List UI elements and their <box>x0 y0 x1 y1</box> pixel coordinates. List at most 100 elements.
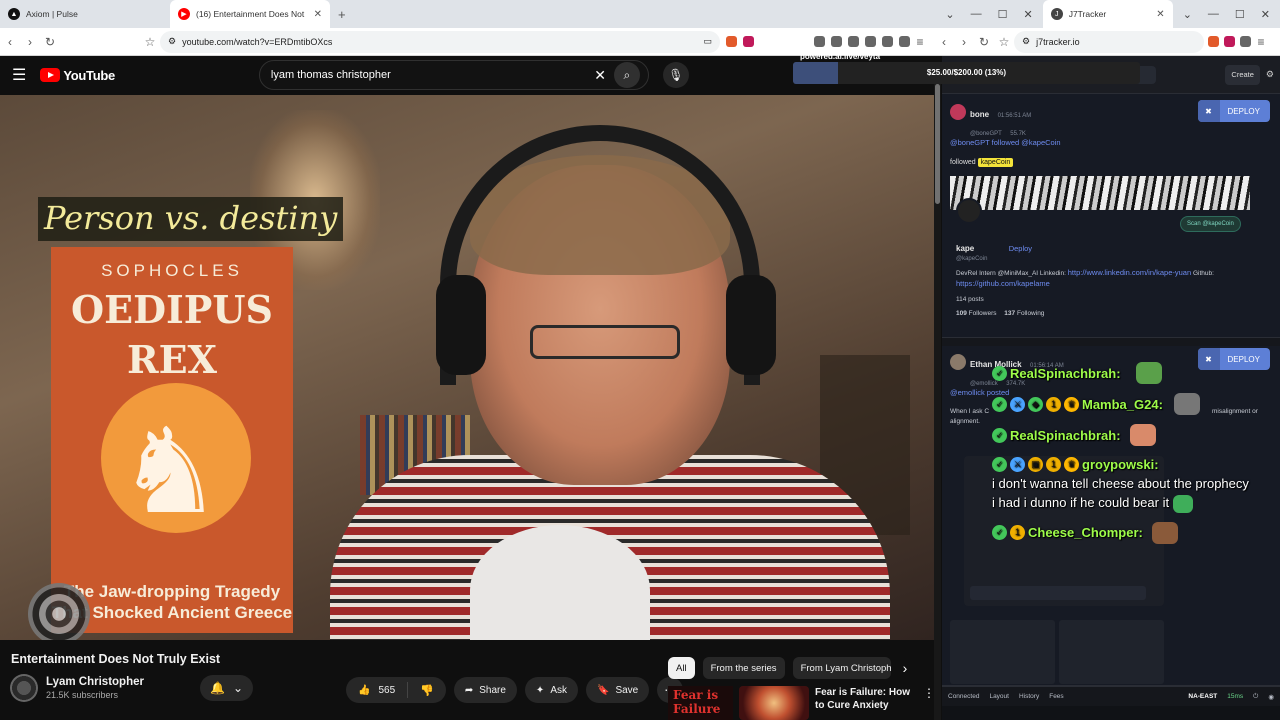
channel-watermark[interactable] <box>28 583 90 640</box>
mollick-avatar[interactable] <box>950 354 966 370</box>
bone-avatar[interactable] <box>950 104 966 120</box>
site-info-icon[interactable]: ⚙ <box>1022 36 1030 47</box>
fees-button[interactable]: Fees <box>1049 693 1063 700</box>
menu-icon[interactable]: ≡ <box>1251 35 1271 49</box>
maximize-icon[interactable]: ☐ <box>1235 8 1245 21</box>
maximize-icon[interactable]: ☐ <box>998 8 1008 21</box>
menu-icon[interactable]: ≡ <box>910 35 930 49</box>
sword-badge-icon: ⚔ <box>1010 396 1025 412</box>
channel-name[interactable]: Lyam Christopher <box>46 676 144 688</box>
bio-link-linkedin[interactable]: http://www.linkedin.com/in/kape-yuan <box>1068 268 1191 277</box>
music-icon[interactable] <box>831 36 842 47</box>
checkmark-badge-icon: ✓ <box>992 457 1007 472</box>
close-window-icon[interactable]: ✕ <box>1023 8 1032 21</box>
close-window-icon[interactable]: ✕ <box>1261 8 1270 21</box>
chat-message: i don't wanna tell cheese about the prop… <box>992 474 1254 513</box>
bookmark-icon[interactable]: ☆ <box>994 35 1014 49</box>
back-icon[interactable]: ‹ <box>934 35 954 49</box>
new-tab-button[interactable]: + <box>330 7 354 22</box>
chip-channel[interactable]: From Lyam Christophe <box>792 657 891 679</box>
follow-action-line[interactable]: @boneGPT followed @kapeCoin <box>950 138 1061 147</box>
kape-deploy-link[interactable]: Deploy <box>1009 244 1032 253</box>
bio-link-github[interactable]: https://github.com/kapelame <box>956 279 1256 289</box>
forward-icon[interactable]: › <box>20 35 40 49</box>
chat-line: ✓ 1 Cheese_Chomper: <box>992 521 1254 544</box>
region-label[interactable]: NA-EAST <box>1188 693 1217 700</box>
leo-icon[interactable] <box>882 36 893 47</box>
brave-shield-icon[interactable] <box>726 36 737 47</box>
ask-button[interactable]: ✦ Ask <box>524 677 578 703</box>
mic-icon[interactable]: 🎙 <box>662 62 689 88</box>
brave-shield-icon[interactable] <box>1208 36 1219 47</box>
profile-header: kape Deploy @kapeCoin <box>956 238 1032 262</box>
deploy-button[interactable]: ✖ DEPLOY <box>1197 100 1270 122</box>
channel-avatar[interactable] <box>10 674 38 702</box>
layout-button[interactable]: Layout <box>989 693 1009 700</box>
chip-series[interactable]: From the series <box>702 657 785 679</box>
feed-card-bone[interactable]: bone 01:56:51 AM @boneGPT 55.7K ✖ DEPLOY… <box>942 94 1280 338</box>
scan-button[interactable]: Scan @kapeCoin <box>1180 216 1241 232</box>
page-scrollbar[interactable] <box>934 84 941 720</box>
settings-icon[interactable]: ⚙ <box>1266 69 1274 80</box>
minimize-icon[interactable]: — <box>1208 8 1219 20</box>
rec-thumb-text-1: Fear is <box>673 688 719 702</box>
extension-icon[interactable] <box>814 36 825 47</box>
clear-search-icon[interactable]: ✕ <box>594 67 606 84</box>
url-field-right[interactable]: ⚙ j7tracker.io <box>1014 30 1204 53</box>
history-button[interactable]: History <box>1019 693 1039 700</box>
headphones <box>440 125 760 385</box>
ticker-badge[interactable]: kapeCoin <box>977 158 1014 167</box>
url-text-right: j7tracker.io <box>1036 36 1080 47</box>
discord-icon[interactable]: ◉ <box>1268 693 1274 701</box>
vpn-icon[interactable] <box>899 36 910 47</box>
url-field-left[interactable]: ⚙ youtube.com/watch?v=ERDmtibOXcs ▭ <box>160 30 720 53</box>
reload-icon[interactable]: ↻ <box>40 35 60 49</box>
extension-icon[interactable] <box>1240 36 1251 47</box>
tab-j7tracker[interactable]: J J7Tracker ✕ <box>1042 0 1173 28</box>
power-icon[interactable]: ⏻ <box>1253 693 1258 701</box>
site-info-icon[interactable]: ⚙ <box>168 36 176 47</box>
rewards-icon[interactable] <box>743 36 754 47</box>
bone-username[interactable]: bone <box>970 110 989 119</box>
tab-list-icon[interactable]: ⌄ <box>945 8 954 21</box>
tab-youtube[interactable]: ▶ (16) Entertainment Does Not ✕ <box>170 0 330 28</box>
dislike-button[interactable]: 👎 <box>408 684 446 697</box>
thumbs-down-icon: 👎 <box>420 684 434 697</box>
create-button[interactable]: Create <box>1225 64 1260 85</box>
recommendation-item[interactable]: Fear is Failure Fear is Failure: How to … <box>668 686 935 720</box>
cast-icon[interactable]: ▭ <box>703 36 712 47</box>
rewards-icon[interactable] <box>1224 36 1235 47</box>
back-icon[interactable]: ‹ <box>0 35 20 49</box>
like-count: 565 <box>378 684 396 696</box>
chip-all[interactable]: All <box>668 657 695 679</box>
search-icon[interactable]: ⌕ <box>613 62 640 88</box>
save-button[interactable]: 🔖 Save <box>585 677 650 703</box>
window-controls-left: ⌄ — ☐ ✕ <box>935 8 1042 21</box>
minimize-icon[interactable]: — <box>971 8 982 20</box>
coin-badge-icon: 1 <box>1046 396 1061 412</box>
emote-icon <box>1172 494 1193 513</box>
close-tab-icon[interactable]: ✕ <box>314 9 322 20</box>
scrollbar-thumb[interactable] <box>935 84 940 204</box>
wallet-icon[interactable] <box>865 36 876 47</box>
gift-badge-icon: ▣ <box>1028 457 1043 472</box>
sidebar-icon[interactable] <box>848 36 859 47</box>
ping-label: 15ms <box>1227 693 1244 700</box>
search-input[interactable] <box>270 69 587 81</box>
like-button[interactable]: 👍 565 <box>346 682 409 698</box>
reload-icon[interactable]: ↻ <box>974 35 994 49</box>
kape-avatar[interactable] <box>956 198 982 224</box>
tab-list-icon[interactable]: ⌄ <box>1183 8 1192 21</box>
share-button[interactable]: ➦ Share <box>453 677 517 703</box>
notification-button[interactable]: 🔔 ⌄ <box>199 675 253 701</box>
forward-icon[interactable]: › <box>954 35 974 49</box>
emote-icon <box>1173 393 1200 415</box>
close-tab-icon[interactable]: ✕ <box>1156 9 1164 20</box>
video-player[interactable]: Person vs. destiny SOPHOCLES OEDIPUS REX… <box>0 95 935 640</box>
hamburger-icon[interactable]: ☰ <box>12 65 26 85</box>
kape-name[interactable]: kape <box>956 244 974 253</box>
youtube-logo[interactable]: YouTube <box>40 68 115 83</box>
bookmark-icon[interactable]: ☆ <box>140 35 160 49</box>
chevron-right-icon[interactable]: › <box>903 660 908 676</box>
tab-axiom[interactable]: ▲ Axiom | Pulse <box>0 0 170 28</box>
